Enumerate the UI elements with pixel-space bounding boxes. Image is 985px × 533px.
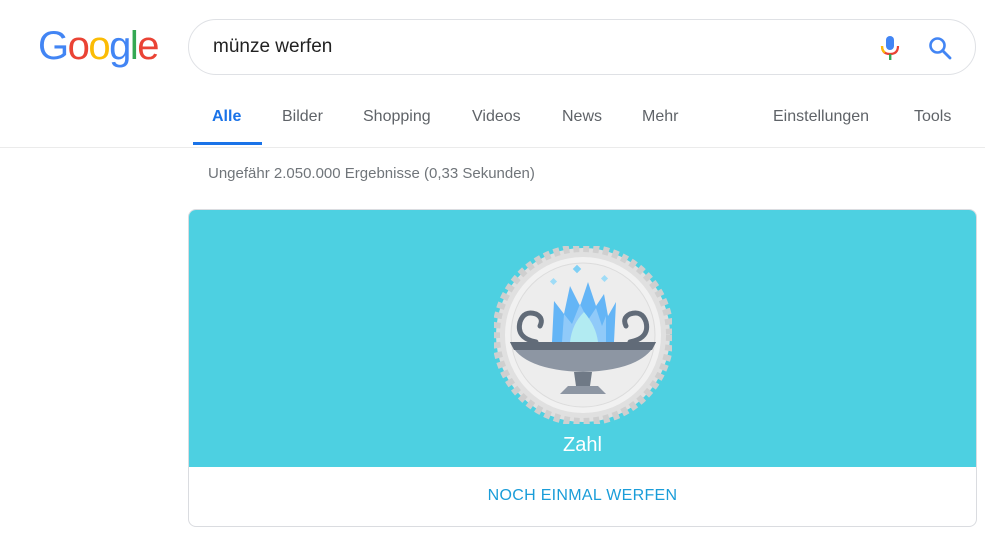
tab-shopping[interactable]: Shopping bbox=[363, 108, 431, 126]
logo-letter: g bbox=[109, 24, 131, 68]
coin-bowl-flame-icon[interactable] bbox=[494, 246, 672, 424]
coin-flip-display[interactable]: Zahl bbox=[189, 210, 976, 467]
tab-bilder[interactable]: Bilder bbox=[282, 108, 323, 126]
logo-letter: G bbox=[38, 24, 69, 68]
coin-flip-card: Zahl NOCH EINMAL WERFEN bbox=[188, 209, 977, 527]
flip-again-button[interactable]: NOCH EINMAL WERFEN bbox=[189, 467, 976, 526]
logo-letter: o bbox=[88, 24, 110, 68]
result-stats: Ungefähr 2.050.000 Ergebnisse (0,33 Seku… bbox=[208, 165, 535, 182]
coin-result-label: Zahl bbox=[563, 434, 602, 456]
divider bbox=[0, 147, 985, 148]
search-tabs: Alle Bilder Shopping Videos News Mehr Ei… bbox=[0, 96, 985, 148]
settings-link[interactable]: Einstellungen bbox=[773, 108, 869, 126]
microphone-icon[interactable] bbox=[878, 34, 902, 62]
logo-letter: o bbox=[67, 24, 90, 68]
logo-letter: l bbox=[129, 24, 139, 68]
search-input[interactable] bbox=[213, 30, 853, 64]
search-results-page: Google Alle Bilder Shopping Videos News … bbox=[0, 0, 985, 533]
tab-videos[interactable]: Videos bbox=[472, 108, 521, 126]
tab-news[interactable]: News bbox=[562, 108, 602, 126]
tab-alle[interactable]: Alle bbox=[212, 108, 241, 126]
active-tab-indicator bbox=[193, 142, 262, 145]
magnifier-icon[interactable] bbox=[927, 35, 953, 61]
search-box[interactable] bbox=[188, 19, 976, 75]
logo-letter: e bbox=[137, 24, 159, 68]
tab-mehr[interactable]: Mehr bbox=[642, 108, 678, 126]
google-logo[interactable]: Google bbox=[38, 24, 159, 68]
tools-link[interactable]: Tools bbox=[914, 108, 951, 126]
